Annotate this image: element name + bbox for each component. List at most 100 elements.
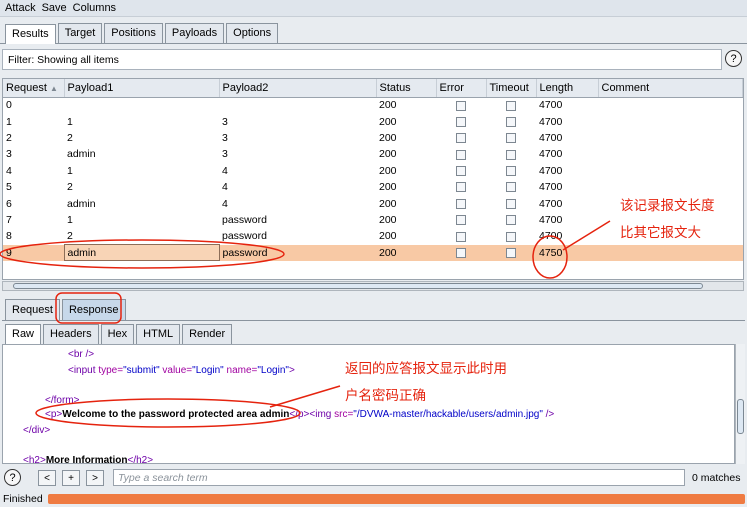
tab-options[interactable]: Options (226, 23, 279, 43)
tab-raw[interactable]: Raw (5, 324, 42, 344)
code-line-br: <br /> (68, 349, 95, 360)
cell-status: 200 (379, 148, 397, 161)
column-header-request[interactable]: Request ▲ (3, 79, 65, 98)
horizontal-scrollbar[interactable] (2, 281, 744, 291)
checkbox[interactable] (506, 231, 516, 242)
code-tag: <p> (45, 409, 63, 420)
tab-results[interactable]: Results (5, 24, 56, 44)
table-row[interactable]: 4 1 4 200 4700 (3, 163, 743, 179)
cell-payload2: password (222, 230, 267, 243)
next-match-button[interactable]: > (86, 470, 104, 486)
cell-payload2: password (222, 213, 267, 226)
cell-timeout (486, 179, 536, 195)
code-tag: </p> (289, 409, 310, 420)
table-row[interactable]: 2 2 3 200 4700 (3, 130, 743, 146)
search-input[interactable]: Type a search term (113, 469, 685, 486)
checkbox[interactable] (456, 165, 466, 176)
table-row[interactable]: 0 200 4700 (3, 97, 743, 113)
tab-headers[interactable]: Headers (43, 324, 99, 344)
cell-error (436, 195, 486, 211)
menu-columns[interactable]: Columns (73, 2, 116, 14)
table-row[interactable]: 3 admin 3 200 4700 (3, 146, 743, 162)
menu-attack[interactable]: Attack (5, 2, 36, 14)
tab-target[interactable]: Target (57, 23, 103, 43)
checkbox[interactable] (506, 198, 516, 209)
cell-request: 6 (6, 197, 12, 210)
table-row[interactable]: 5 2 4 200 4700 (3, 179, 743, 195)
cell-request: 5 (6, 181, 12, 194)
column-header-payload1[interactable]: Payload1 (64, 79, 220, 98)
vertical-scrollbar[interactable] (735, 344, 745, 464)
checkbox[interactable] (456, 215, 466, 226)
column-header-status[interactable]: Status (376, 79, 437, 98)
request-header-label: Request (6, 81, 47, 94)
checkbox[interactable] (506, 247, 516, 258)
code-line-welcome: <p>Welcome to the password protected are… (45, 409, 554, 420)
cell-status: 200 (376, 244, 436, 261)
checkbox[interactable] (506, 165, 516, 176)
scrollbar-thumb[interactable] (737, 399, 744, 434)
code-attr: name= (223, 365, 258, 376)
checkbox[interactable] (506, 100, 516, 111)
checkbox[interactable] (456, 149, 466, 160)
add-search-button[interactable]: + (62, 470, 80, 486)
cell-payload1: 2 (67, 131, 73, 144)
checkbox[interactable] (456, 133, 466, 144)
filter-bar[interactable]: Filter: Showing all items (2, 49, 722, 70)
cell-payload1: 1 (67, 115, 73, 128)
code-attr: value= (159, 365, 193, 376)
tab-request[interactable]: Request (5, 299, 60, 320)
cell-status: 200 (379, 164, 397, 177)
cell-payload1: 2 (67, 181, 73, 194)
cell-timeout (486, 212, 536, 228)
scrollbar-thumb[interactable] (13, 283, 703, 289)
table-row[interactable]: 9 admin password 200 4750 (3, 244, 743, 262)
cell-error (436, 113, 486, 129)
code-line-h2: <h2>More Information</h2> (23, 455, 153, 464)
annotation-response-line2: 户名密码正确 (345, 388, 426, 403)
cell-status: 200 (379, 197, 397, 210)
cell-payload2: 4 (222, 164, 228, 177)
checkbox[interactable] (506, 133, 516, 144)
code-attr: src= (334, 409, 354, 420)
previous-match-button[interactable]: < (38, 470, 56, 486)
checkbox[interactable] (456, 182, 466, 193)
tab-response[interactable]: Response (61, 299, 126, 320)
cell-timeout (486, 163, 536, 179)
menu-save[interactable]: Save (42, 2, 67, 14)
view-tab-bar: Raw Headers Hex HTML Render (2, 320, 745, 344)
tab-html[interactable]: HTML (136, 324, 181, 344)
checkbox[interactable] (456, 198, 466, 209)
checkbox[interactable] (506, 116, 516, 127)
checkbox[interactable] (456, 100, 466, 111)
cell-status: 200 (379, 230, 397, 243)
column-header-error[interactable]: Error (436, 79, 487, 98)
cell-payload2: 3 (222, 115, 228, 128)
cell-payload1: admin (67, 148, 96, 161)
search-help-icon[interactable]: ? (4, 469, 21, 486)
help-icon[interactable]: ? (725, 50, 742, 67)
results-table: Request ▲ Payload1 Payload2 Status Error… (2, 78, 744, 280)
annotation-length-line1: 该记录报文长度 (620, 198, 715, 213)
column-header-payload2[interactable]: Payload2 (219, 79, 377, 98)
column-header-timeout[interactable]: Timeout (486, 79, 537, 98)
checkbox[interactable] (456, 247, 466, 258)
annotation-length-line2: 比其它报文大 (620, 225, 701, 240)
tab-positions[interactable]: Positions (104, 23, 163, 43)
tab-payloads[interactable]: Payloads (164, 23, 225, 43)
h2-text: More Information (45, 455, 128, 464)
cell-length: 4700 (539, 230, 563, 243)
cell-timeout (486, 244, 536, 261)
tab-hex[interactable]: Hex (100, 324, 135, 344)
checkbox[interactable] (506, 182, 516, 193)
cell-request: 4 (6, 164, 12, 177)
checkbox[interactable] (506, 215, 516, 226)
checkbox[interactable] (456, 231, 466, 242)
column-header-length[interactable]: Length (536, 79, 599, 98)
column-header-comment[interactable]: Comment (598, 79, 743, 98)
table-row[interactable]: 1 1 3 200 4700 (3, 113, 743, 129)
checkbox[interactable] (456, 116, 466, 127)
tab-render[interactable]: Render (182, 324, 233, 344)
cell-status: 200 (379, 213, 397, 226)
checkbox[interactable] (506, 149, 516, 160)
